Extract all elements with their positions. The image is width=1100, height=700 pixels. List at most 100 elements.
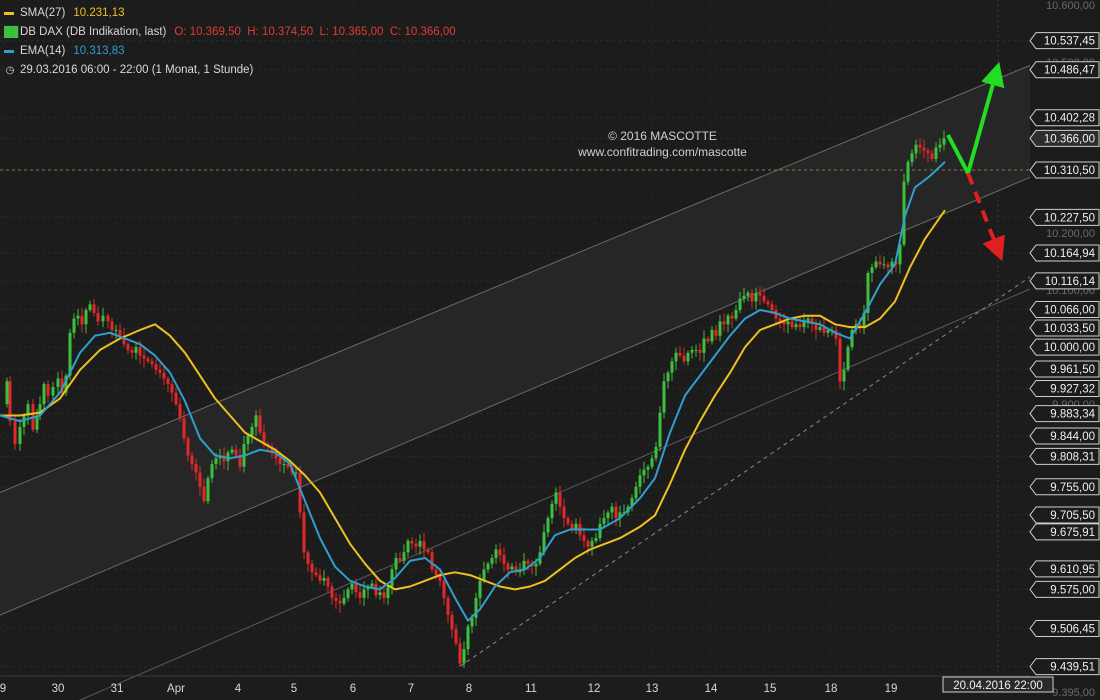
price-tag: 10.310,50 xyxy=(1029,161,1100,179)
price-tag-label: 10.366,00 xyxy=(1044,133,1095,145)
price-chart[interactable]: 10.600,0010.500,0010.200,0010.100,009.90… xyxy=(0,0,1100,700)
candle-body xyxy=(414,543,418,547)
candle-body xyxy=(750,292,754,302)
time-tick-label: 18 xyxy=(825,683,838,695)
candle-body xyxy=(686,352,690,362)
candle-body xyxy=(490,558,494,564)
candle-body xyxy=(382,592,386,598)
candle-body xyxy=(454,629,458,644)
time-tick-label: 5 xyxy=(291,683,297,695)
watermark-copyright: © 2016 MASCOTTE xyxy=(608,129,717,143)
candle-body xyxy=(694,349,698,351)
clock-icon: ◷ xyxy=(5,65,15,76)
candle-body xyxy=(5,381,9,405)
legend-timeframe[interactable]: ◷ 29.03.2016 06:00 - 22:00 (1 Monat, 1 S… xyxy=(4,61,456,80)
candle-body xyxy=(638,475,642,487)
candle-body xyxy=(506,563,510,570)
candle-body xyxy=(194,463,198,473)
candle-body xyxy=(402,552,406,561)
candle-body xyxy=(702,338,706,353)
candle-body xyxy=(158,369,162,373)
candle-body xyxy=(106,315,110,322)
candle-body xyxy=(658,412,662,447)
ema-label: EMA(14) xyxy=(20,45,66,57)
candle-body xyxy=(96,312,100,322)
candle-body xyxy=(590,540,594,547)
legend-sma[interactable]: SMA(27) 10.231,13 xyxy=(4,4,456,23)
candle-body xyxy=(246,435,250,444)
price-tag-label: 9.883,34 xyxy=(1050,409,1095,421)
candle-body xyxy=(466,626,470,650)
candle-body xyxy=(410,540,414,544)
candle-body xyxy=(606,512,610,519)
price-tag-label: 9.961,50 xyxy=(1050,364,1095,376)
candle-body xyxy=(310,563,314,573)
legend-instrument[interactable]: ██ DB DAX (DB Indikation, last) O: 10.36… xyxy=(4,23,456,42)
candle-body xyxy=(314,572,318,576)
candle-body xyxy=(302,512,306,553)
candle-body xyxy=(650,458,654,467)
sma-swatch xyxy=(4,12,14,15)
candle-body xyxy=(56,378,60,387)
candle-body xyxy=(846,347,850,370)
candle-body xyxy=(166,378,170,385)
candle-body xyxy=(114,329,118,331)
legend-ema[interactable]: EMA(14) 10.313,83 xyxy=(4,42,456,61)
candle-body xyxy=(250,426,254,436)
candle-body xyxy=(422,540,426,550)
candle-body xyxy=(558,492,562,507)
sma-label: SMA(27) xyxy=(20,7,66,19)
grid-price-label: 9.395,00 xyxy=(1052,687,1095,699)
candle-body xyxy=(282,463,286,465)
candle-body xyxy=(794,324,798,328)
candle-body xyxy=(394,558,398,570)
candle-body xyxy=(170,384,174,393)
candle-body xyxy=(234,449,238,456)
candle-body xyxy=(926,150,930,154)
candle-body xyxy=(666,372,670,382)
time-tick-label: 19 xyxy=(885,683,898,695)
candle-body xyxy=(88,304,92,311)
candle-body xyxy=(754,292,758,302)
candle-body xyxy=(406,540,410,553)
candle-body xyxy=(662,381,666,413)
candle-body xyxy=(206,478,210,502)
price-tag: 9.927,32 xyxy=(1029,380,1100,398)
candle-body xyxy=(798,324,802,328)
candle-body xyxy=(362,589,366,598)
candle-body xyxy=(358,592,362,598)
price-tag-label: 9.575,00 xyxy=(1050,584,1095,596)
candle-body xyxy=(550,503,554,519)
time-tick-label: 7 xyxy=(408,683,414,695)
price-tag-label: 10.310,50 xyxy=(1044,165,1095,177)
candle-body xyxy=(430,552,434,570)
time-tick-label: Apr xyxy=(167,683,185,695)
grid-price-label: 10.200,00 xyxy=(1046,228,1095,240)
price-tag: 10.537,45 xyxy=(1029,32,1100,50)
candle-body xyxy=(690,349,694,353)
candle-body xyxy=(278,458,282,464)
price-axis[interactable]: 10.600,0010.500,0010.200,0010.100,009.90… xyxy=(1029,0,1100,700)
candle-body xyxy=(146,358,150,362)
candle-body xyxy=(306,552,310,564)
candle-body xyxy=(790,321,794,328)
price-tag-label: 10.486,47 xyxy=(1044,65,1095,77)
price-tag: 9.883,34 xyxy=(1029,405,1100,423)
time-tick-label: 8 xyxy=(466,683,472,695)
candle-body xyxy=(342,597,346,604)
candle-body xyxy=(486,563,490,570)
candle-body xyxy=(154,364,158,370)
cursor-time-label: 20.04.2016 22:00 xyxy=(953,680,1043,692)
candle-body xyxy=(930,153,934,159)
price-tag: 10.486,47 xyxy=(1029,61,1100,79)
candle-body xyxy=(882,264,886,266)
candle-body xyxy=(202,486,206,502)
candle-body xyxy=(906,161,910,182)
candle-body xyxy=(586,540,590,547)
price-tag: 9.675,91 xyxy=(1029,523,1100,541)
time-tick-label: 14 xyxy=(705,683,718,695)
candle-body xyxy=(42,384,46,405)
price-tag-label: 9.439,51 xyxy=(1050,662,1095,674)
candle-body xyxy=(13,421,17,444)
candle-body xyxy=(162,372,166,379)
